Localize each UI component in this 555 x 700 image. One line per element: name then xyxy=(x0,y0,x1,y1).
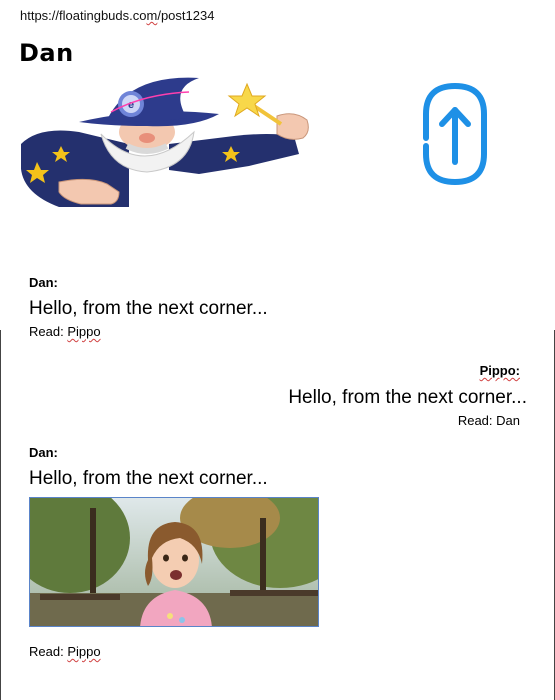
url-text[interactable]: https://floatingbuds.com/post1234 xyxy=(20,8,214,23)
attach-upload-button[interactable] xyxy=(412,80,498,188)
message-text: Hello, from the next corner... xyxy=(288,387,527,408)
svg-text:e: e xyxy=(128,99,134,111)
message-text: Hello, from the next corner... xyxy=(29,468,268,489)
user-name-title: Dan xyxy=(19,39,74,67)
url-misspelled-fragment: m xyxy=(146,8,158,23)
read-receipt: Read: Dan xyxy=(457,413,520,428)
url-suffix: /post1234 xyxy=(157,8,215,23)
url-prefix: https://floatingbuds.co xyxy=(20,8,147,23)
message-author: Dan: xyxy=(29,445,58,460)
message-photo[interactable] xyxy=(29,497,319,627)
message-text: Hello, from the next corner... xyxy=(29,298,268,319)
wizard-avatar: e xyxy=(21,77,309,207)
photo-image xyxy=(30,498,318,626)
read-receipt: Read: Pippo xyxy=(29,644,101,659)
read-receipt: Read: Pippo xyxy=(29,324,101,339)
message-author: Dan: xyxy=(29,275,58,290)
paperclip-upload-icon xyxy=(423,82,487,186)
message-author: Pippo: xyxy=(479,363,520,378)
